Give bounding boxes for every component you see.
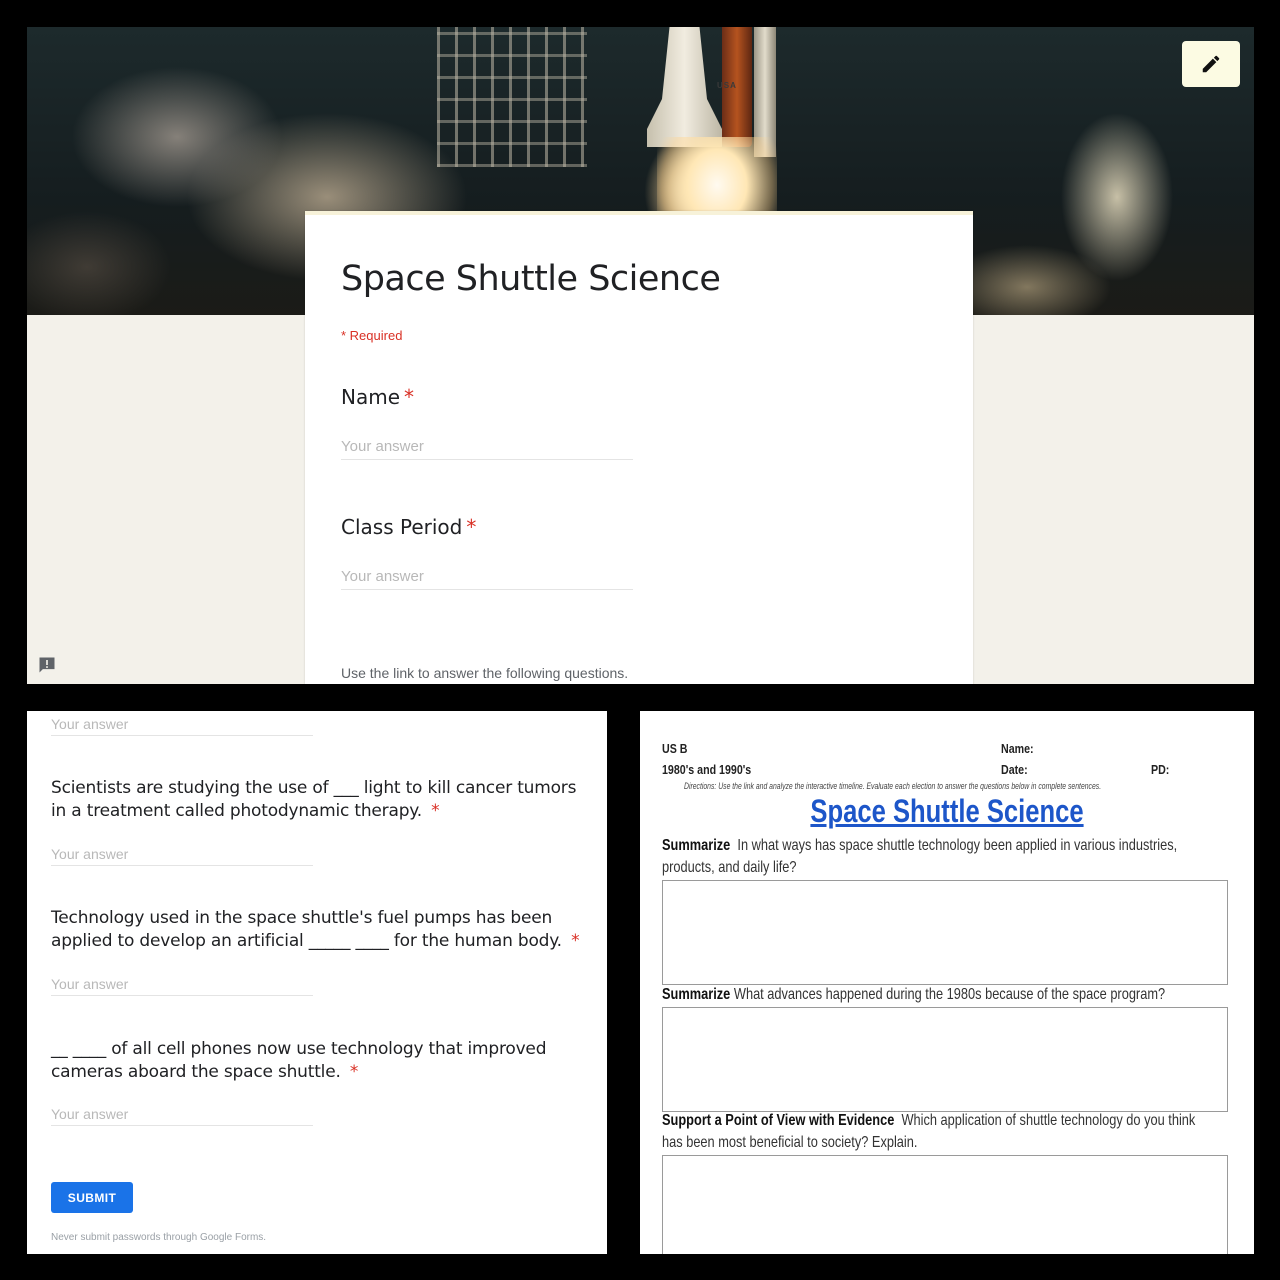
required-note: * Required	[341, 328, 403, 343]
name-question-label: Name *	[341, 385, 414, 409]
course-label: US B	[662, 741, 688, 756]
skill-label: Summarize	[662, 986, 731, 1003]
skill-label: Support a Point of View with Evidence	[662, 1112, 895, 1129]
form-continued-panel: Scientists are studying the use of ___ l…	[27, 711, 607, 1254]
previous-answer-input[interactable]	[51, 713, 313, 736]
worksheet-title[interactable]: Space Shuttle Science	[701, 793, 1192, 830]
answer-box-3[interactable]	[662, 1155, 1228, 1254]
worksheet-directions: Directions: Use the link and analyze the…	[684, 781, 1102, 792]
question-text: __ ____ of all cell phones now use techn…	[51, 1039, 547, 1082]
pencil-icon	[1202, 55, 1220, 73]
question-text: Name	[341, 385, 401, 409]
class-period-input[interactable]	[341, 563, 633, 590]
question-text: In what ways has space shuttle technolog…	[662, 837, 1178, 876]
usa-marking: USA	[717, 81, 737, 90]
worksheet-question-3: Support a Point of View with Evidence Wh…	[662, 1110, 1214, 1154]
form-header-panel: USA Space Shuttle Science * Required Nam…	[27, 27, 1254, 684]
required-asterisk: *	[571, 931, 580, 951]
question-text: Scientists are studying the use of ___ l…	[51, 778, 577, 821]
name-input[interactable]	[341, 433, 633, 460]
required-asterisk: *	[431, 801, 440, 821]
orbiter-graphic	[647, 27, 722, 147]
answer-box-2[interactable]	[662, 1007, 1228, 1112]
question-text: Class Period	[341, 515, 463, 539]
uv-light-answer-input[interactable]	[51, 843, 313, 866]
date-field-label: Date:	[1001, 762, 1028, 777]
worksheet-panel: US B 1980's and 1990's Name: Date: PD: D…	[640, 711, 1254, 1254]
submit-button[interactable]: SUBMIT	[51, 1182, 133, 1213]
launch-tower-graphic	[437, 27, 587, 167]
required-asterisk: *	[349, 1062, 359, 1082]
cell-phones-answer-input[interactable]	[51, 1103, 313, 1126]
skill-label: Summarize	[662, 837, 731, 854]
class-period-question-label: Class Period *	[341, 515, 476, 539]
question-cell-phones: __ ____ of all cell phones now use techn…	[51, 1038, 591, 1084]
question-uv-light: Scientists are studying the use of ___ l…	[51, 777, 591, 823]
answer-box-1[interactable]	[662, 880, 1228, 985]
name-field-label: Name:	[1001, 741, 1034, 756]
edit-form-button[interactable]	[1182, 41, 1240, 87]
era-label: 1980's and 1990's	[662, 762, 752, 777]
worksheet-question-1: Summarize In what ways has space shuttle…	[662, 835, 1214, 879]
form-card: Space Shuttle Science * Required Name* C…	[305, 211, 973, 684]
pd-field-label: PD:	[1151, 762, 1170, 777]
question-text: Technology used in the space shuttle's f…	[51, 908, 562, 951]
form-title: Space Shuttle Science	[341, 259, 721, 299]
worksheet-question-2: Summarize What advances happened during …	[662, 984, 1214, 1006]
required-asterisk: *	[404, 385, 415, 409]
question-text: What advances happened during the 1980s …	[733, 986, 1166, 1003]
section-description: Use the link to answer the following que…	[341, 665, 629, 681]
required-asterisk: *	[466, 515, 477, 539]
artificial-organ-answer-input[interactable]	[51, 973, 313, 996]
question-artificial-organ: Technology used in the space shuttle's f…	[51, 907, 591, 953]
report-feedback-icon[interactable]	[36, 655, 58, 675]
password-warning: Never submit passwords through Google Fo…	[51, 1232, 267, 1243]
